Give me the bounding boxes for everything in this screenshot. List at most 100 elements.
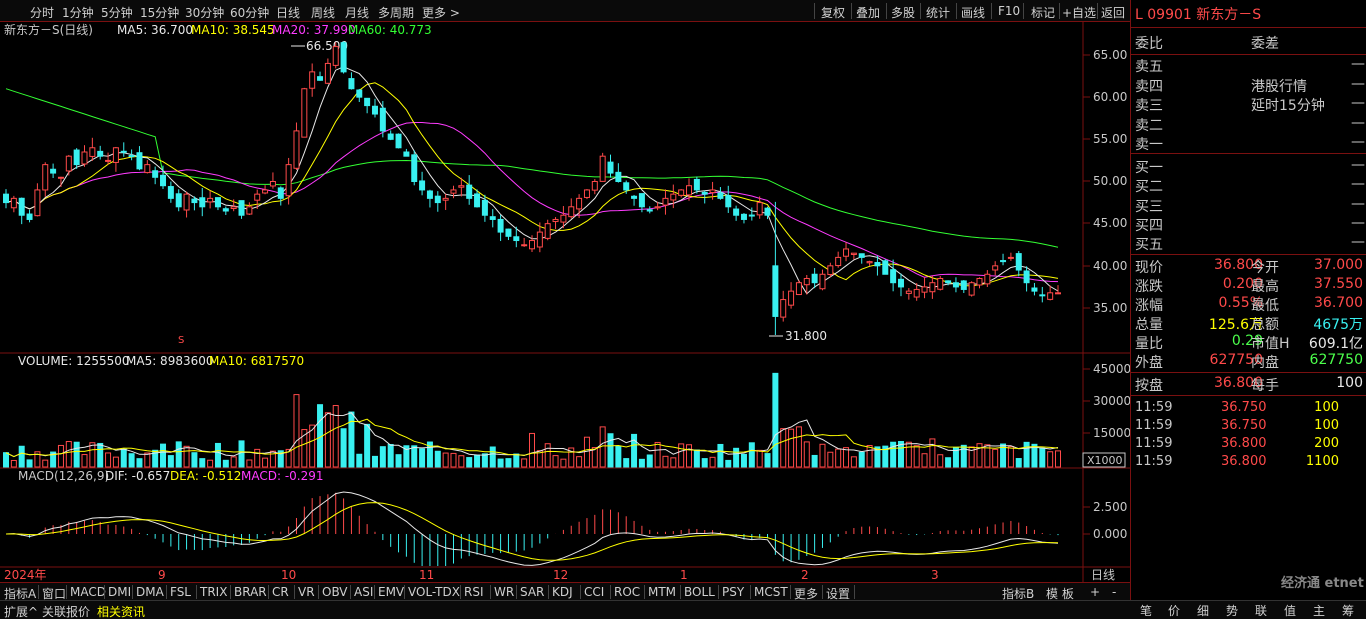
ma20-label: MA20: 37.990 bbox=[272, 23, 356, 37]
indicator-tab[interactable]: ROC bbox=[614, 585, 640, 599]
candle-body bbox=[599, 155, 606, 182]
indicator-tab[interactable]: OBV bbox=[322, 585, 348, 599]
candle-body bbox=[183, 193, 190, 211]
indicator-tab[interactable]: VOL-TDX bbox=[408, 585, 460, 599]
overlay-button[interactable]: 叠加 bbox=[856, 4, 880, 21]
candle-body bbox=[1023, 270, 1030, 284]
indicator-tab-right[interactable]: + bbox=[1090, 585, 1100, 599]
period-tab[interactable]: 60分钟 bbox=[230, 4, 269, 21]
rights-adjust-button[interactable]: 复权 bbox=[821, 4, 845, 21]
period-tab[interactable]: 5分钟 bbox=[101, 4, 133, 21]
related-news-tab[interactable]: 相关资讯 bbox=[97, 603, 145, 619]
macd-tick: 0.000 bbox=[1093, 527, 1127, 541]
indicator-tab[interactable]: DMI bbox=[108, 585, 131, 599]
volume-bar bbox=[764, 453, 771, 468]
candle-body bbox=[442, 197, 449, 201]
divider bbox=[886, 3, 887, 19]
indicator-tab[interactable]: MTM bbox=[648, 585, 676, 599]
ma60-path bbox=[5, 88, 1059, 248]
indicator-tab[interactable]: TRIX bbox=[200, 585, 227, 599]
indicator-tab[interactable]: VR bbox=[298, 585, 315, 599]
period-tab[interactable]: 多周期 bbox=[378, 4, 414, 21]
candle-body bbox=[1031, 287, 1038, 292]
indicator-tab[interactable]: CR bbox=[272, 585, 289, 599]
candle-body bbox=[984, 273, 991, 285]
candle-body bbox=[1039, 294, 1046, 297]
period-tab[interactable]: 月线 bbox=[345, 4, 369, 21]
statistics-button[interactable]: 统计 bbox=[926, 4, 950, 21]
candle-body bbox=[835, 256, 842, 267]
price-tick: 40.00 bbox=[1093, 259, 1127, 273]
hk-quote-notice: 港股行情 bbox=[1251, 79, 1307, 95]
indicator-tab[interactable]: RSI bbox=[464, 585, 484, 599]
indicator-tab[interactable]: DMA bbox=[136, 585, 164, 599]
back-button[interactable]: 返回 bbox=[1101, 4, 1125, 21]
draw-line-button[interactable]: 画线 bbox=[961, 4, 985, 21]
volume-bar bbox=[10, 459, 17, 468]
period-tab-active[interactable]: 日线 bbox=[276, 4, 300, 21]
volume-bar bbox=[371, 455, 378, 468]
panel-tab-chips[interactable]: 筹 bbox=[1342, 602, 1354, 619]
chart-title: 新东方－S(日线) bbox=[4, 22, 93, 37]
candle-body bbox=[332, 46, 339, 66]
indicator-tab[interactable]: CCI bbox=[584, 585, 604, 599]
panel-tab-detail[interactable]: 细 bbox=[1197, 602, 1209, 619]
bid-1-label: 买一 bbox=[1135, 160, 1163, 176]
period-tab[interactable]: 分时 bbox=[30, 4, 54, 21]
indicator-tab-right[interactable]: - bbox=[1112, 585, 1116, 599]
chart-area[interactable]: 65.00 60.00 55.00 50.00 45.00 40.00 35.0… bbox=[0, 22, 1130, 582]
bid-5-label: 买五 bbox=[1135, 237, 1163, 253]
volume-bar bbox=[26, 459, 33, 468]
multi-stock-button[interactable]: 多股 bbox=[891, 4, 915, 21]
panel-tab-value[interactable]: 值 bbox=[1284, 602, 1296, 619]
volume-bar bbox=[105, 452, 112, 468]
indicator-tab[interactable]: FSL bbox=[170, 585, 191, 599]
indicator-tab[interactable]: SAR bbox=[520, 585, 544, 599]
period-tab[interactable]: 周线 bbox=[311, 4, 335, 21]
indicator-tab[interactable]: MACD bbox=[70, 585, 106, 599]
indicator-tab[interactable]: BRAR bbox=[234, 585, 267, 599]
volume-bar bbox=[293, 394, 300, 468]
volume-bar bbox=[992, 448, 999, 468]
add-watchlist-button[interactable]: +自选 bbox=[1062, 4, 1096, 21]
candle-body bbox=[631, 195, 638, 199]
period-tab[interactable]: 1分钟 bbox=[62, 4, 94, 21]
panel-tab-trades[interactable]: 笔 bbox=[1140, 602, 1152, 619]
panel-tab-link[interactable]: 联 bbox=[1255, 602, 1267, 619]
tick-volume: 100 bbox=[1314, 418, 1339, 433]
volume-bar bbox=[905, 441, 912, 468]
volume-bar bbox=[364, 423, 371, 468]
volume-bar bbox=[474, 454, 481, 468]
ask-4-value: — bbox=[1351, 76, 1365, 92]
candle-body bbox=[419, 180, 426, 191]
period-label: 日线 bbox=[1091, 568, 1115, 582]
indicator-tab[interactable]: BOLL bbox=[684, 585, 715, 599]
volume-bar bbox=[1055, 450, 1061, 468]
f10-button[interactable]: F10 bbox=[998, 4, 1020, 18]
volume-bar bbox=[921, 453, 928, 468]
indicator-tab[interactable]: KDJ bbox=[552, 585, 573, 599]
panel-tab-trend[interactable]: 势 bbox=[1226, 602, 1238, 619]
change-label: 涨跌 bbox=[1135, 279, 1163, 295]
indicator-tab[interactable]: ASI bbox=[354, 585, 373, 599]
divider bbox=[66, 585, 67, 599]
candle-body bbox=[10, 197, 17, 209]
period-tab[interactable]: 15分钟 bbox=[140, 4, 179, 21]
panel-tab-price[interactable]: 价 bbox=[1168, 602, 1180, 619]
related-quote-tab[interactable]: 关联报价 bbox=[42, 603, 90, 619]
divider bbox=[814, 3, 815, 19]
volume-bar bbox=[576, 456, 583, 468]
indicator-tab[interactable]: EMV bbox=[378, 585, 404, 599]
candle-body bbox=[905, 290, 912, 294]
panel-tab-main[interactable]: 主 bbox=[1313, 602, 1325, 619]
indicator-tab[interactable]: MCST bbox=[754, 585, 788, 599]
volume-bar bbox=[772, 372, 779, 468]
volume-bar bbox=[819, 443, 826, 468]
indicator-tab[interactable]: PSY bbox=[722, 585, 744, 599]
mark-button[interactable]: 标记 bbox=[1031, 4, 1055, 21]
expand-button[interactable]: 扩展^ bbox=[4, 603, 38, 619]
period-tab[interactable]: 30分钟 bbox=[185, 4, 224, 21]
turnover-label: 总额 bbox=[1251, 317, 1279, 333]
more-periods-button[interactable]: 更多 > bbox=[422, 4, 460, 21]
indicator-tab[interactable]: WR bbox=[494, 585, 514, 599]
